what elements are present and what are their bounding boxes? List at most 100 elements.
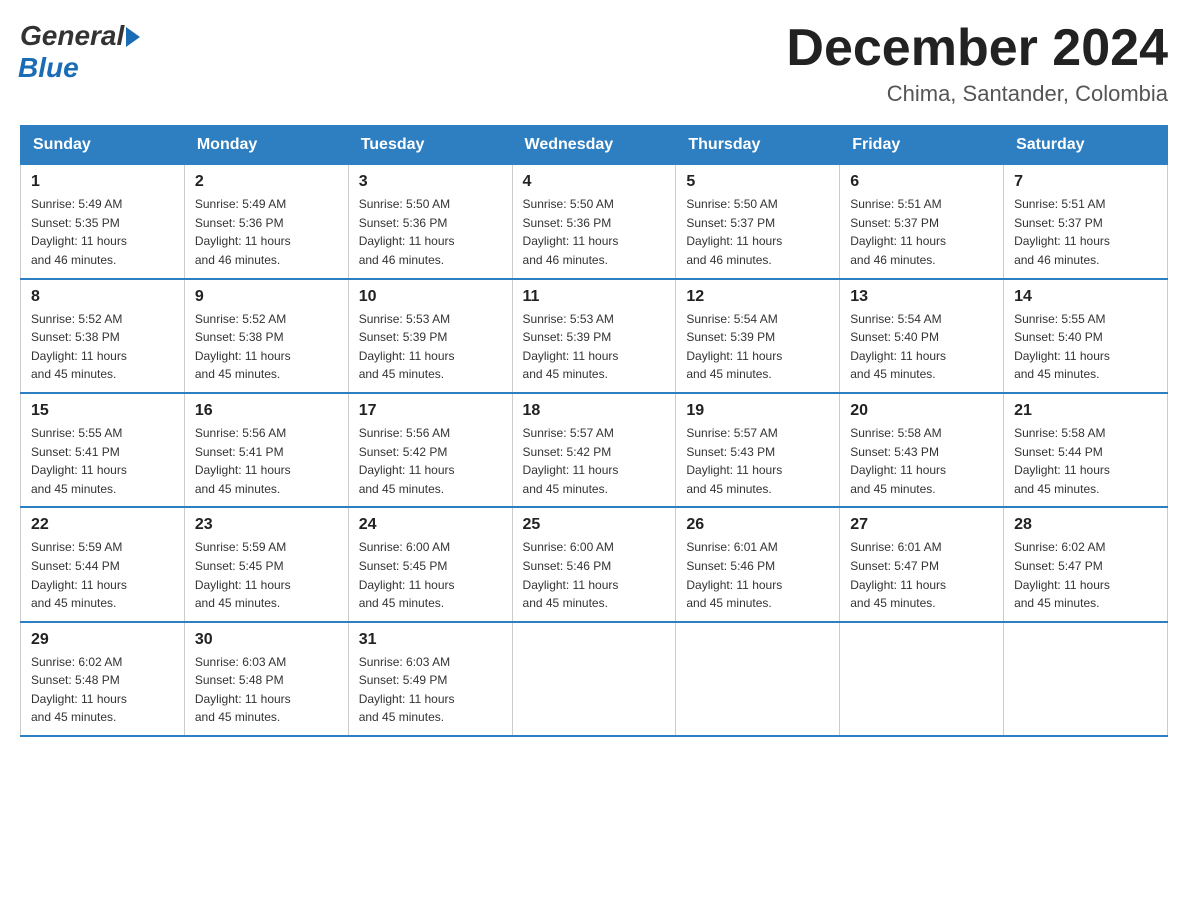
calendar-cell: 27 Sunrise: 6:01 AMSunset: 5:47 PMDaylig… xyxy=(840,507,1004,621)
calendar-cell xyxy=(1004,622,1168,736)
calendar-cell: 29 Sunrise: 6:02 AMSunset: 5:48 PMDaylig… xyxy=(21,622,185,736)
calendar-week-row: 22 Sunrise: 5:59 AMSunset: 5:44 PMDaylig… xyxy=(21,507,1168,621)
calendar-cell: 18 Sunrise: 5:57 AMSunset: 5:42 PMDaylig… xyxy=(512,393,676,507)
column-header-thursday: Thursday xyxy=(676,126,840,165)
calendar-week-row: 15 Sunrise: 5:55 AMSunset: 5:41 PMDaylig… xyxy=(21,393,1168,507)
calendar-cell: 2 Sunrise: 5:49 AMSunset: 5:36 PMDayligh… xyxy=(184,165,348,279)
calendar-cell: 30 Sunrise: 6:03 AMSunset: 5:48 PMDaylig… xyxy=(184,622,348,736)
calendar-cell: 24 Sunrise: 6:00 AMSunset: 5:45 PMDaylig… xyxy=(348,507,512,621)
day-number: 30 xyxy=(195,631,338,649)
day-info: Sunrise: 5:57 AMSunset: 5:42 PMDaylight:… xyxy=(523,426,619,496)
day-number: 3 xyxy=(359,173,502,191)
calendar-cell: 16 Sunrise: 5:56 AMSunset: 5:41 PMDaylig… xyxy=(184,393,348,507)
calendar-cell: 25 Sunrise: 6:00 AMSunset: 5:46 PMDaylig… xyxy=(512,507,676,621)
calendar-cell: 26 Sunrise: 6:01 AMSunset: 5:46 PMDaylig… xyxy=(676,507,840,621)
calendar-header-row: SundayMondayTuesdayWednesdayThursdayFrid… xyxy=(21,126,1168,165)
day-info: Sunrise: 5:58 AMSunset: 5:43 PMDaylight:… xyxy=(850,426,946,496)
day-info: Sunrise: 5:51 AMSunset: 5:37 PMDaylight:… xyxy=(1014,197,1110,267)
day-info: Sunrise: 5:56 AMSunset: 5:41 PMDaylight:… xyxy=(195,426,291,496)
day-info: Sunrise: 5:52 AMSunset: 5:38 PMDaylight:… xyxy=(195,312,291,382)
calendar-cell: 20 Sunrise: 5:58 AMSunset: 5:43 PMDaylig… xyxy=(840,393,1004,507)
calendar-cell: 13 Sunrise: 5:54 AMSunset: 5:40 PMDaylig… xyxy=(840,279,1004,393)
day-number: 15 xyxy=(31,402,174,420)
day-info: Sunrise: 5:54 AMSunset: 5:40 PMDaylight:… xyxy=(850,312,946,382)
day-info: Sunrise: 5:56 AMSunset: 5:42 PMDaylight:… xyxy=(359,426,455,496)
day-number: 1 xyxy=(31,173,174,191)
day-number: 17 xyxy=(359,402,502,420)
calendar-cell: 8 Sunrise: 5:52 AMSunset: 5:38 PMDayligh… xyxy=(21,279,185,393)
day-number: 27 xyxy=(850,516,993,534)
day-info: Sunrise: 5:54 AMSunset: 5:39 PMDaylight:… xyxy=(686,312,782,382)
day-info: Sunrise: 5:51 AMSunset: 5:37 PMDaylight:… xyxy=(850,197,946,267)
day-number: 2 xyxy=(195,173,338,191)
day-number: 11 xyxy=(523,288,666,306)
day-info: Sunrise: 5:59 AMSunset: 5:45 PMDaylight:… xyxy=(195,540,291,610)
day-info: Sunrise: 6:02 AMSunset: 5:47 PMDaylight:… xyxy=(1014,540,1110,610)
day-number: 29 xyxy=(31,631,174,649)
day-info: Sunrise: 6:02 AMSunset: 5:48 PMDaylight:… xyxy=(31,655,127,725)
calendar-cell xyxy=(840,622,1004,736)
day-number: 10 xyxy=(359,288,502,306)
day-info: Sunrise: 6:00 AMSunset: 5:46 PMDaylight:… xyxy=(523,540,619,610)
calendar-week-row: 8 Sunrise: 5:52 AMSunset: 5:38 PMDayligh… xyxy=(21,279,1168,393)
logo: General Blue xyxy=(20,20,140,84)
day-info: Sunrise: 5:53 AMSunset: 5:39 PMDaylight:… xyxy=(523,312,619,382)
day-info: Sunrise: 5:53 AMSunset: 5:39 PMDaylight:… xyxy=(359,312,455,382)
day-number: 14 xyxy=(1014,288,1157,306)
day-info: Sunrise: 5:49 AMSunset: 5:35 PMDaylight:… xyxy=(31,197,127,267)
calendar-cell: 14 Sunrise: 5:55 AMSunset: 5:40 PMDaylig… xyxy=(1004,279,1168,393)
calendar-cell: 17 Sunrise: 5:56 AMSunset: 5:42 PMDaylig… xyxy=(348,393,512,507)
calendar-cell: 19 Sunrise: 5:57 AMSunset: 5:43 PMDaylig… xyxy=(676,393,840,507)
calendar-week-row: 29 Sunrise: 6:02 AMSunset: 5:48 PMDaylig… xyxy=(21,622,1168,736)
day-info: Sunrise: 5:55 AMSunset: 5:40 PMDaylight:… xyxy=(1014,312,1110,382)
column-header-sunday: Sunday xyxy=(21,126,185,165)
calendar-cell: 11 Sunrise: 5:53 AMSunset: 5:39 PMDaylig… xyxy=(512,279,676,393)
calendar-cell: 7 Sunrise: 5:51 AMSunset: 5:37 PMDayligh… xyxy=(1004,165,1168,279)
calendar-cell: 31 Sunrise: 6:03 AMSunset: 5:49 PMDaylig… xyxy=(348,622,512,736)
day-info: Sunrise: 5:49 AMSunset: 5:36 PMDaylight:… xyxy=(195,197,291,267)
calendar-cell: 6 Sunrise: 5:51 AMSunset: 5:37 PMDayligh… xyxy=(840,165,1004,279)
calendar-cell: 21 Sunrise: 5:58 AMSunset: 5:44 PMDaylig… xyxy=(1004,393,1168,507)
calendar-cell: 23 Sunrise: 5:59 AMSunset: 5:45 PMDaylig… xyxy=(184,507,348,621)
calendar-cell: 1 Sunrise: 5:49 AMSunset: 5:35 PMDayligh… xyxy=(21,165,185,279)
day-number: 13 xyxy=(850,288,993,306)
day-number: 19 xyxy=(686,402,829,420)
day-info: Sunrise: 5:57 AMSunset: 5:43 PMDaylight:… xyxy=(686,426,782,496)
column-header-friday: Friday xyxy=(840,126,1004,165)
day-info: Sunrise: 5:50 AMSunset: 5:37 PMDaylight:… xyxy=(686,197,782,267)
page-header: General Blue December 2024 Chima, Santan… xyxy=(20,20,1168,107)
column-header-monday: Monday xyxy=(184,126,348,165)
calendar-cell: 15 Sunrise: 5:55 AMSunset: 5:41 PMDaylig… xyxy=(21,393,185,507)
day-number: 4 xyxy=(523,173,666,191)
calendar-cell: 4 Sunrise: 5:50 AMSunset: 5:36 PMDayligh… xyxy=(512,165,676,279)
day-number: 21 xyxy=(1014,402,1157,420)
column-header-tuesday: Tuesday xyxy=(348,126,512,165)
location-title: Chima, Santander, Colombia xyxy=(786,81,1168,107)
calendar-week-row: 1 Sunrise: 5:49 AMSunset: 5:35 PMDayligh… xyxy=(21,165,1168,279)
day-number: 16 xyxy=(195,402,338,420)
day-number: 28 xyxy=(1014,516,1157,534)
calendar-cell: 9 Sunrise: 5:52 AMSunset: 5:38 PMDayligh… xyxy=(184,279,348,393)
day-number: 24 xyxy=(359,516,502,534)
day-info: Sunrise: 5:52 AMSunset: 5:38 PMDaylight:… xyxy=(31,312,127,382)
logo-general-text: General xyxy=(20,20,124,52)
month-title: December 2024 xyxy=(786,20,1168,77)
logo-arrow-icon xyxy=(126,27,140,47)
day-number: 5 xyxy=(686,173,829,191)
day-info: Sunrise: 5:55 AMSunset: 5:41 PMDaylight:… xyxy=(31,426,127,496)
day-info: Sunrise: 6:01 AMSunset: 5:46 PMDaylight:… xyxy=(686,540,782,610)
day-number: 25 xyxy=(523,516,666,534)
day-info: Sunrise: 6:01 AMSunset: 5:47 PMDaylight:… xyxy=(850,540,946,610)
day-number: 12 xyxy=(686,288,829,306)
day-number: 23 xyxy=(195,516,338,534)
day-number: 6 xyxy=(850,173,993,191)
calendar-cell xyxy=(676,622,840,736)
day-number: 20 xyxy=(850,402,993,420)
calendar-cell: 5 Sunrise: 5:50 AMSunset: 5:37 PMDayligh… xyxy=(676,165,840,279)
calendar-cell: 3 Sunrise: 5:50 AMSunset: 5:36 PMDayligh… xyxy=(348,165,512,279)
day-number: 8 xyxy=(31,288,174,306)
calendar-cell: 22 Sunrise: 5:59 AMSunset: 5:44 PMDaylig… xyxy=(21,507,185,621)
title-section: December 2024 Chima, Santander, Colombia xyxy=(786,20,1168,107)
day-info: Sunrise: 5:50 AMSunset: 5:36 PMDaylight:… xyxy=(523,197,619,267)
day-number: 7 xyxy=(1014,173,1157,191)
